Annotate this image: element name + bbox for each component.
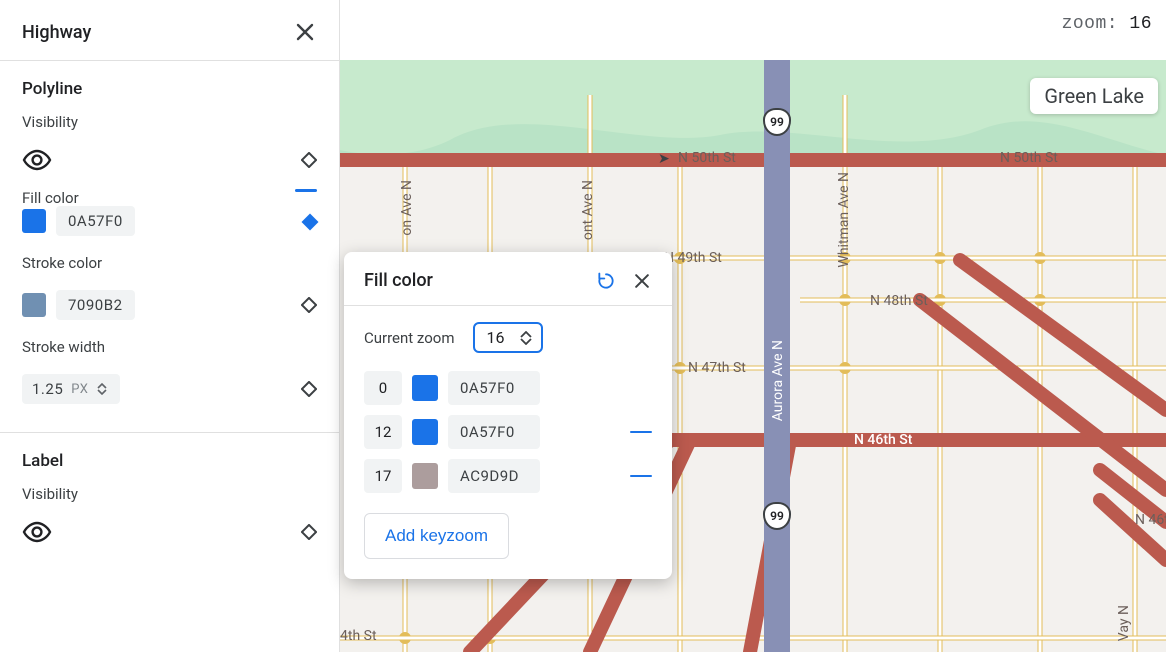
street-label-vay: Vay N [1116,605,1132,641]
visibility-row [22,143,317,185]
keyzoom-hex[interactable]: 0A57F0 [448,371,540,405]
stroke-width-label: Stroke width [22,338,317,356]
street-label-n49: N 49th St [664,250,722,266]
keyzoom-row: 0 0A57F0 [364,371,652,405]
reset-icon[interactable] [596,271,616,291]
sidebar: Highway Polyline Visibility Fill color [0,0,340,652]
visibility-label: Visibility [22,113,317,131]
label-section-title: Label [22,451,317,471]
keyzoom-hex[interactable]: AC9D9D [448,459,540,493]
remove-keyzoom-icon[interactable] [630,431,652,433]
polyline-section-title: Polyline [22,79,317,99]
close-icon[interactable] [293,20,317,44]
remove-keyzoom-icon[interactable] [630,475,652,477]
stroke-color-label: Stroke color [22,254,317,272]
street-label-on2: on Ave N [399,180,415,236]
sidebar-title: Highway [22,22,91,43]
keyzoom-hex[interactable]: 0A57F0 [448,415,540,449]
street-label-n50: N 50th St [1000,150,1058,166]
keyzoom-zoom[interactable]: 12 [364,415,402,449]
stroke-width-row: 1.25 PX [22,368,317,418]
stepper-icon[interactable] [96,383,110,395]
eye-icon[interactable] [22,149,52,171]
fill-color-hex[interactable]: 0A57F0 [56,206,135,236]
street-label-n48: N 48th St [870,293,928,309]
label-section: Label Visibility [0,433,339,561]
stroke-width-unit: PX [71,382,88,397]
keyzoom-list: 0 0A57F0 12 0A57F0 17 AC9D9D [364,371,652,493]
street-label-ont: ont Ave N [580,180,596,240]
sidebar-header: Highway [0,0,339,61]
fill-color-popup: Fill color Current zoom 16 [344,252,672,579]
close-icon[interactable] [632,271,652,291]
diamond-icon[interactable] [301,524,317,540]
zoom-indicator-label: zoom: [1062,14,1119,34]
diamond-icon[interactable] [301,152,317,168]
diamond-filled-icon[interactable] [301,213,317,229]
fill-color-row: 0A57F0 [22,200,317,250]
stroke-color-row: 7090B2 [22,284,317,334]
diamond-icon[interactable] [301,381,317,397]
street-label-n46: N 46th St [1135,512,1166,528]
current-zoom-label: Current zoom [364,329,455,347]
keyzoom-row: 12 0A57F0 [364,415,652,449]
popup-body: Current zoom 16 00A57F0120A57F017AC9D9D … [344,306,672,579]
stepper-icon[interactable] [519,331,533,345]
keyzoom-zoom[interactable]: 17 [364,459,402,493]
popup-header: Fill color [344,252,672,306]
eye-icon[interactable] [22,521,52,543]
current-zoom-row: Current zoom 16 [364,322,652,353]
label-visibility-label: Visibility [22,485,317,503]
street-label-n4th: 4th St [340,628,377,644]
add-keyzoom-button[interactable]: Add keyzoom [364,513,509,559]
zoom-indicator: zoom: 16 [1062,14,1152,34]
street-label-aurora: Aurora Ave N [770,340,786,421]
stroke-width-input[interactable]: 1.25 PX [22,374,120,404]
street-label-whitman: Whitman Ave N [836,172,852,268]
street-label-n50: N 50th St [678,150,736,166]
keyzoom-zoom[interactable]: 0 [364,371,402,405]
stroke-color-hex[interactable]: 7090B2 [56,290,135,320]
street-label-n46: N 46th St [854,432,912,448]
keyzoom-color-swatch[interactable] [412,375,438,401]
minus-icon[interactable] [295,189,317,192]
poi-green-lake: Green Lake [1030,78,1158,114]
current-zoom-input[interactable]: 16 [473,322,543,353]
stroke-color-swatch[interactable] [22,293,46,317]
polyline-section: Polyline Visibility Fill color [0,61,339,422]
zoom-indicator-value: 16 [1129,14,1152,34]
diamond-icon[interactable] [301,297,317,313]
street-label-n47: N 47th St [688,360,746,376]
label-visibility-row [22,515,317,557]
keyzoom-color-swatch[interactable] [412,463,438,489]
keyzoom-color-swatch[interactable] [412,419,438,445]
fill-color-swatch[interactable] [22,209,46,233]
current-zoom-value: 16 [487,328,509,347]
arrow-icon: ➤ [658,151,670,167]
keyzoom-row: 17 AC9D9D [364,459,652,493]
popup-title: Fill color [364,270,433,291]
stroke-width-value: 1.25 [32,380,63,398]
